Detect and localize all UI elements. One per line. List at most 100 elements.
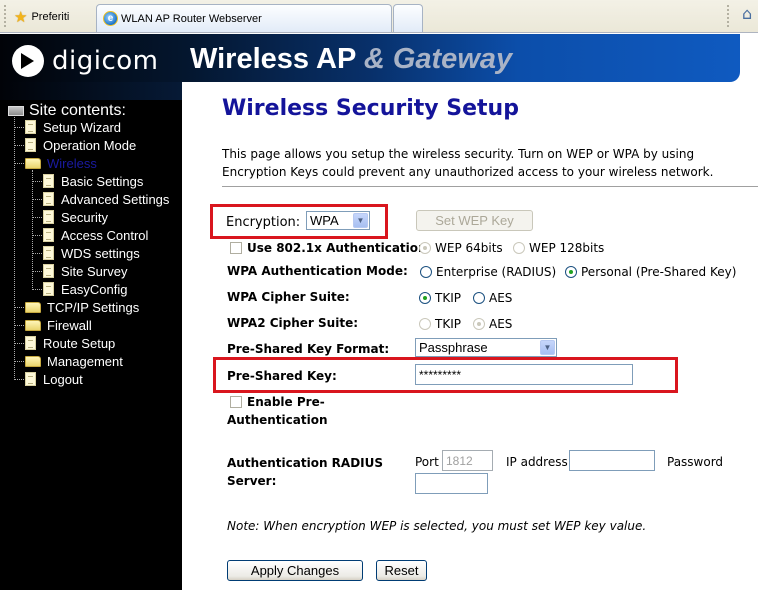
favorites-label: Preferiti bbox=[31, 11, 70, 23]
sidebar-item-operation-mode[interactable]: Operation Mode bbox=[25, 136, 136, 154]
radius-label-2: Server: bbox=[227, 474, 277, 488]
wep-note: Note: When encryption WEP is selected, y… bbox=[227, 519, 647, 533]
home-icon[interactable]: ⌂ bbox=[742, 6, 752, 22]
sidebar-item-firewall[interactable]: Firewall bbox=[25, 316, 92, 334]
wep-128-radio[interactable] bbox=[513, 242, 525, 254]
document-icon bbox=[43, 246, 54, 260]
wpa2-aes-label: AES bbox=[489, 317, 513, 331]
document-icon bbox=[43, 282, 54, 296]
wpa2-tkip-label: TKIP bbox=[435, 317, 461, 331]
site-icon bbox=[8, 106, 24, 116]
folder-icon bbox=[25, 355, 41, 367]
tree-connector bbox=[14, 379, 24, 380]
sidebar-item-label: Access Control bbox=[61, 227, 149, 243]
sidebar-item-logout[interactable]: Logout bbox=[25, 370, 83, 388]
sidebar-item-label: Basic Settings bbox=[61, 173, 144, 189]
wpa-aes-radio[interactable] bbox=[473, 292, 485, 304]
product-title-main: Wireless AP bbox=[190, 43, 364, 75]
document-icon bbox=[43, 228, 54, 242]
sidebar-item-basic-settings[interactable]: Basic Settings bbox=[43, 172, 143, 190]
psk-format-select[interactable]: Passphrase ▼ bbox=[415, 338, 557, 357]
wpa2-tkip-radio[interactable] bbox=[419, 318, 431, 330]
document-icon bbox=[43, 264, 54, 278]
new-tab-button[interactable] bbox=[393, 4, 423, 32]
document-icon bbox=[43, 174, 54, 188]
logo-mark-icon bbox=[12, 45, 44, 77]
encryption-value: WPA bbox=[310, 213, 339, 228]
wep-128-option[interactable]: WEP 128bits bbox=[513, 241, 604, 255]
sidebar-item-security[interactable]: Security bbox=[43, 208, 108, 226]
page-title: Wireless Security Setup bbox=[222, 96, 519, 121]
radius-port-input[interactable]: 1812 bbox=[442, 450, 493, 471]
tree-connector bbox=[14, 127, 24, 128]
sidebar-item-route-setup[interactable]: Route Setup bbox=[25, 334, 115, 352]
tree-connector bbox=[32, 253, 42, 254]
sidebar-item-tcp-ip-settings[interactable]: TCP/IP Settings bbox=[25, 298, 139, 316]
sidebar-item-advanced-settings[interactable]: Advanced Settings bbox=[43, 190, 169, 208]
sidebar-item-label: Route Setup bbox=[43, 335, 116, 351]
radius-ip-label: IP address bbox=[506, 455, 568, 469]
sidebar-item-label: TCP/IP Settings bbox=[47, 299, 140, 315]
sidebar-item-easyconfig[interactable]: EasyConfig bbox=[43, 280, 127, 298]
tree-connector bbox=[32, 271, 42, 272]
wep-64-option[interactable]: WEP 64bits bbox=[419, 241, 503, 255]
tree-connector bbox=[32, 289, 42, 290]
wpa2-tkip-option[interactable]: TKIP bbox=[419, 317, 461, 331]
personal-radio[interactable] bbox=[565, 266, 577, 278]
chevron-down-icon: ▼ bbox=[540, 340, 555, 355]
tree-connector bbox=[32, 217, 42, 218]
wpa-aes-option[interactable]: AES bbox=[473, 291, 512, 305]
wpa-tkip-radio[interactable] bbox=[419, 292, 431, 304]
psk-format-value: Passphrase bbox=[419, 340, 488, 355]
folder-open-icon bbox=[25, 157, 41, 169]
use-8021x-label: Use 802.1x Authentication bbox=[247, 241, 427, 255]
wep-64-radio[interactable] bbox=[419, 242, 431, 254]
sidebar-item-management[interactable]: Management bbox=[25, 352, 123, 370]
psk-input[interactable]: ********* bbox=[415, 364, 633, 385]
radius-port-label: Port bbox=[415, 455, 439, 469]
tree-connector bbox=[14, 361, 24, 362]
document-icon bbox=[43, 192, 54, 206]
document-icon bbox=[43, 210, 54, 224]
tab-title: WLAN AP Router Webserver bbox=[121, 12, 262, 25]
tree-connector bbox=[14, 163, 24, 164]
product-title: Wireless AP & Gateway bbox=[190, 43, 512, 76]
radius-password-label: Password bbox=[667, 455, 724, 469]
enterprise-radio[interactable] bbox=[420, 266, 432, 278]
apply-changes-button[interactable]: Apply Changes bbox=[227, 560, 363, 581]
browser-tab-active[interactable]: e WLAN AP Router Webserver bbox=[96, 4, 392, 32]
sidebar-item-setup-wizard[interactable]: Setup Wizard bbox=[25, 118, 121, 136]
sidebar-item-label: Setup Wizard bbox=[43, 119, 122, 135]
sidebar-item-site-survey[interactable]: Site Survey bbox=[43, 262, 127, 280]
set-wep-key-button[interactable]: Set WEP Key bbox=[416, 210, 533, 231]
wep-64-label: WEP 64bits bbox=[435, 241, 503, 255]
sidebar-item-wireless[interactable]: Wireless bbox=[25, 154, 97, 172]
tree-connector bbox=[32, 235, 42, 236]
document-icon bbox=[25, 138, 36, 152]
sidebar-item-wds-settings[interactable]: WDS settings bbox=[43, 244, 140, 262]
personal-option[interactable]: Personal (Pre-Shared Key) bbox=[565, 265, 736, 279]
sidebar-item-access-control[interactable]: Access Control bbox=[43, 226, 148, 244]
favorites-button[interactable]: ★ Preferiti bbox=[14, 6, 69, 28]
encryption-select[interactable]: WPA ▼ bbox=[306, 211, 370, 230]
use-8021x-checkbox[interactable] bbox=[230, 242, 242, 254]
reset-button[interactable]: Reset bbox=[376, 560, 427, 581]
sidebar-item-label: Security bbox=[61, 209, 108, 225]
sidebar-item-label: Management bbox=[47, 353, 123, 369]
enterprise-label: Enterprise (RADIUS) bbox=[436, 265, 557, 279]
enterprise-option[interactable]: Enterprise (RADIUS) bbox=[420, 265, 556, 279]
radius-ip-input[interactable] bbox=[569, 450, 655, 471]
wpa2-aes-option[interactable]: AES bbox=[473, 317, 512, 331]
psk-format-label: Pre-Shared Key Format: bbox=[227, 342, 390, 356]
wpa-auth-mode-label: WPA Authentication Mode: bbox=[227, 264, 408, 278]
pre-auth-option[interactable]: Enable Pre- bbox=[230, 395, 325, 409]
sidebar-item-label: EasyConfig bbox=[61, 281, 128, 297]
ie-icon: e bbox=[103, 11, 118, 26]
pre-auth-checkbox[interactable] bbox=[230, 396, 242, 408]
use-8021x-option[interactable]: Use 802.1x Authentication bbox=[230, 241, 427, 255]
wpa2-aes-radio[interactable] bbox=[473, 318, 485, 330]
pre-auth-label-1: Enable Pre- bbox=[247, 395, 325, 409]
tree-connector bbox=[32, 181, 42, 182]
radius-password-input[interactable] bbox=[415, 473, 488, 494]
wpa-tkip-option[interactable]: TKIP bbox=[419, 291, 461, 305]
